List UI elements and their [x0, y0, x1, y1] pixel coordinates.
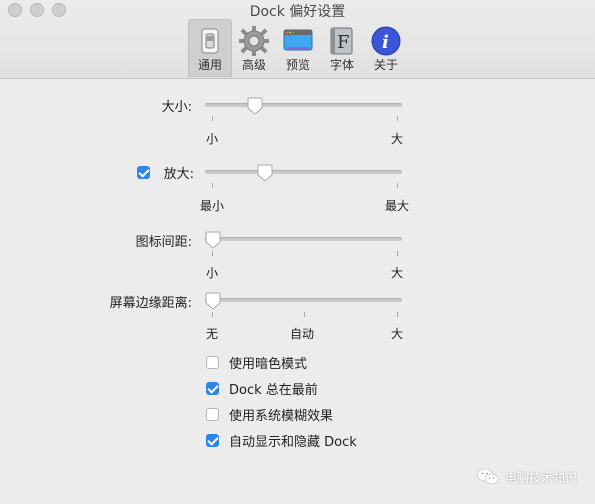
tab-label: 高级 [241, 58, 266, 72]
tick [397, 116, 398, 121]
tick [212, 312, 213, 317]
magnification-min-label: 最小 [200, 199, 225, 213]
dark-mode-checkbox[interactable] [206, 356, 219, 369]
screen-edge-max-label: 大 [391, 327, 404, 341]
window-title: Dock 偏好设置 [249, 4, 346, 20]
tab-label: 字体 [329, 58, 354, 72]
tab-general[interactable]: 通用 [188, 19, 232, 77]
screen-edge-mid-label: 自动 [290, 327, 315, 341]
system-blur-checkbox[interactable] [206, 408, 219, 421]
svg-text:F: F [337, 32, 350, 53]
icon-spacing-min-label: 小 [206, 266, 219, 280]
toolbar-tabs: 通用 高级 预览 F 字体 i 关于 [188, 19, 408, 77]
dark-mode-label: 使用暗色模式 [229, 357, 308, 372]
size-min-label: 小 [206, 132, 219, 146]
screen-edge-label: 屏幕边缘距离: [109, 296, 192, 311]
magnification-checkbox[interactable] [137, 166, 150, 179]
autohide-dock-checkbox[interactable] [206, 434, 219, 447]
size-label: 大小: [161, 100, 192, 115]
gear-icon [239, 26, 269, 56]
tab-font[interactable]: F 字体 [320, 19, 364, 77]
svg-text:i: i [382, 32, 389, 53]
screen-edge-slider[interactable] [205, 298, 402, 302]
watermark: 电脑技术知识 [477, 468, 577, 486]
magnification-slider[interactable] [205, 170, 402, 174]
info-icon: i [371, 26, 401, 56]
tick [212, 183, 213, 188]
tick [304, 312, 305, 317]
icon-spacing-max-label: 大 [391, 266, 404, 280]
tab-label: 预览 [285, 58, 310, 72]
system-blur-label: 使用系统模糊效果 [229, 409, 334, 424]
general-switch-icon [201, 28, 219, 54]
size-slider[interactable] [205, 103, 402, 107]
wechat-icon [477, 468, 499, 485]
font-book-icon: F [330, 27, 353, 55]
icon-spacing-label: 图标间距: [135, 235, 192, 250]
icon-spacing-slider[interactable] [205, 237, 402, 241]
magnification-label: 放大: [163, 167, 194, 182]
tab-preview[interactable]: 预览 [276, 19, 320, 77]
dock-on-top-label: Dock 总在最前 [229, 383, 318, 398]
size-max-label: 大 [391, 132, 404, 146]
tab-label: 关于 [373, 58, 398, 72]
dock-on-top-checkbox[interactable] [206, 382, 219, 395]
magnification-slider-knob[interactable] [257, 164, 273, 182]
preferences-window: Dock 偏好设置 通用 高级 预览 F 字体 i 关于 大小: 小 大 放大:… [0, 0, 595, 504]
tab-advanced[interactable]: 高级 [232, 19, 276, 77]
screen-edge-slider-knob[interactable] [205, 292, 221, 310]
preview-window-icon [283, 29, 313, 51]
size-slider-knob[interactable] [247, 97, 263, 115]
autohide-dock-label: 自动显示和隐藏 Dock [229, 435, 357, 450]
general-pane: 大小: 小 大 放大: 最小 最大 图标间距: 小 大 屏幕边缘距离: 无 自动… [0, 79, 595, 504]
toolbar: Dock 偏好设置 通用 高级 预览 F 字体 i 关于 [0, 0, 595, 79]
tab-about[interactable]: i 关于 [364, 19, 408, 77]
tick [397, 251, 398, 256]
tick [212, 251, 213, 256]
magnification-max-label: 最大 [385, 199, 410, 213]
watermark-text: 电脑技术知识 [504, 470, 577, 485]
tab-label: 通用 [197, 58, 222, 72]
tick [397, 312, 398, 317]
screen-edge-min-label: 无 [206, 327, 219, 341]
tick [212, 116, 213, 121]
tick [397, 183, 398, 188]
icon-spacing-slider-knob[interactable] [205, 231, 221, 249]
